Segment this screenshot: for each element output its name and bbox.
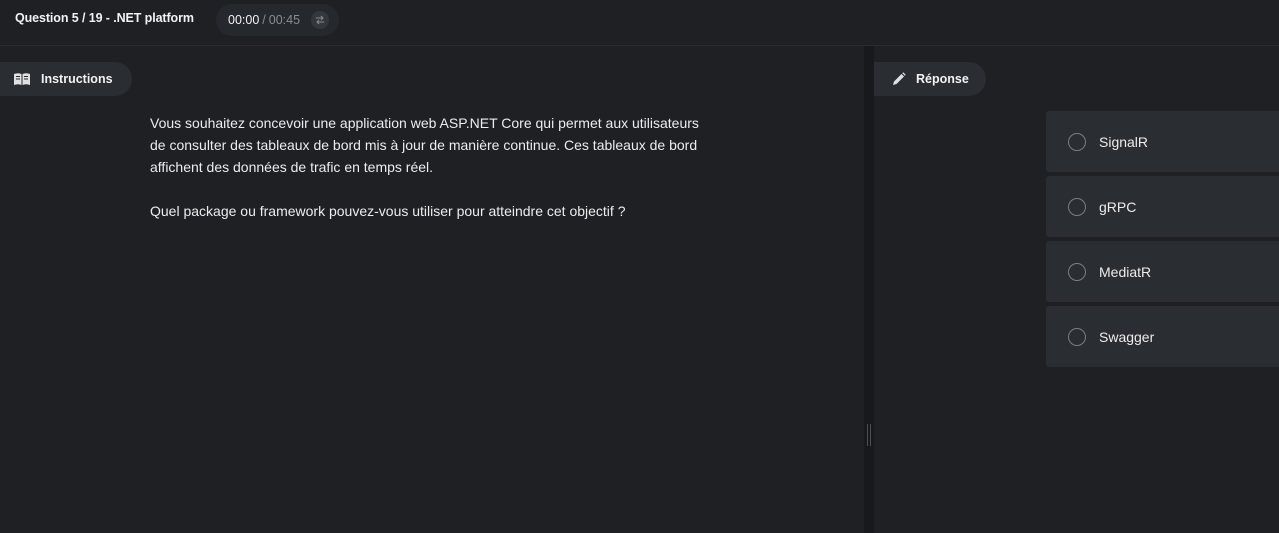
timer-total: 00:45 xyxy=(268,13,301,27)
radio-button[interactable] xyxy=(1068,197,1086,216)
question-prompt: Quel package ou framework pouvez-vous ut… xyxy=(150,203,626,219)
radio-button[interactable] xyxy=(1068,327,1086,346)
book-icon xyxy=(13,72,31,86)
question-text: Vous souhaitez concevoir une application… xyxy=(150,112,710,222)
option-label: SignalR xyxy=(1099,133,1149,150)
option-label: Swagger xyxy=(1099,328,1155,345)
option-label: MediatR xyxy=(1099,263,1152,280)
timer-separator: / xyxy=(262,13,266,27)
question-counter: Question 5 / 19 - .NET platform xyxy=(15,11,194,25)
answer-label: Réponse xyxy=(916,72,969,86)
pane-resizer[interactable] xyxy=(864,46,874,533)
instructions-label: Instructions xyxy=(41,72,113,86)
instructions-tab: Instructions xyxy=(0,62,132,96)
option-swagger[interactable]: Swagger xyxy=(1046,306,1279,367)
option-signalr[interactable]: SignalR xyxy=(1046,111,1279,172)
answer-pane: Réponse SignalR gRPC MediatR Swagger xyxy=(874,46,1279,533)
answer-tab: Réponse xyxy=(874,62,986,96)
timer-elapsed: 00:00 xyxy=(228,13,260,27)
radio-button[interactable] xyxy=(1068,262,1086,281)
option-grpc[interactable]: gRPC xyxy=(1046,176,1279,237)
option-label: gRPC xyxy=(1099,198,1137,215)
option-mediatr[interactable]: MediatR xyxy=(1046,241,1279,302)
radio-button[interactable] xyxy=(1068,132,1086,151)
instructions-pane: Instructions Vous souhaitez concevoir un… xyxy=(0,46,864,533)
swap-arrows-icon[interactable] xyxy=(311,11,329,29)
question-context: Vous souhaitez concevoir une application… xyxy=(150,115,699,175)
answer-options: SignalR gRPC MediatR Swagger xyxy=(1046,111,1279,371)
timer: 00:00 / 00:45 xyxy=(216,4,339,36)
top-bar: Question 5 / 19 - .NET platform 00:00 / … xyxy=(0,0,1279,46)
resize-handle-icon[interactable] xyxy=(867,424,871,446)
pencil-icon xyxy=(892,72,906,86)
